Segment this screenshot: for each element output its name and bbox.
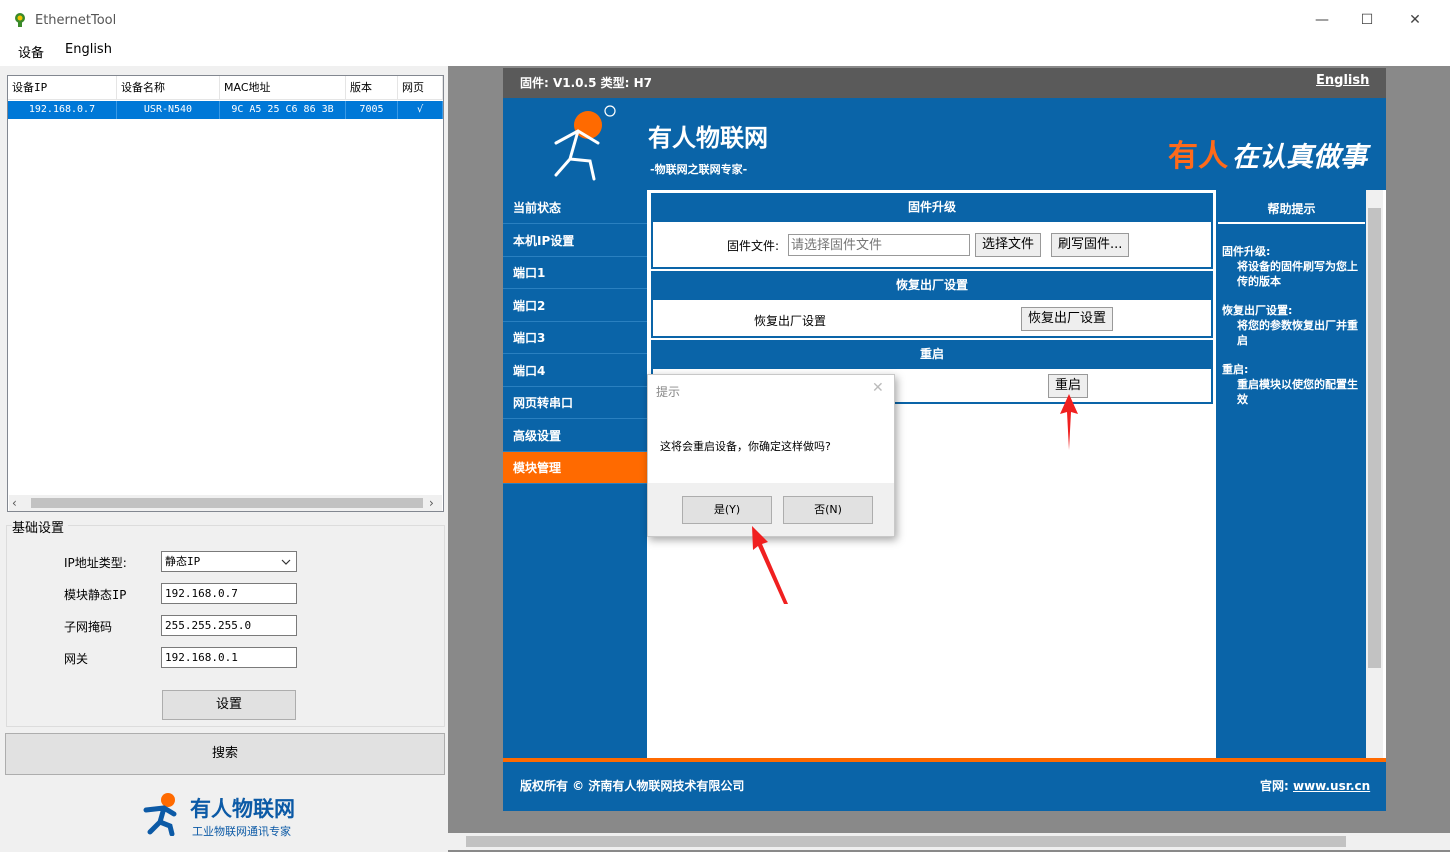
brand-runner-icon (143, 793, 177, 836)
menu-english[interactable]: English (65, 42, 112, 57)
annotation-arrow-icon (1060, 394, 1078, 450)
static-ip-input[interactable]: 192.168.0.7 (161, 583, 297, 604)
help-item-head: 固件升级: (1222, 245, 1271, 258)
help-item-head: 重启: (1222, 363, 1249, 376)
scroll-right-icon[interactable]: › (429, 495, 434, 511)
close-button[interactable]: ✕ (1395, 8, 1435, 32)
column-header-version[interactable]: 版本 (346, 76, 398, 100)
factory-reset-button[interactable]: 恢复出厂设置 (1021, 307, 1114, 331)
static-ip-label: 模块静态IP (64, 588, 127, 602)
column-header-web[interactable]: 网页 (398, 76, 443, 100)
help-item-factory-reset: 恢复出厂设置: 将您的参数恢复出厂并重启 (1222, 303, 1362, 348)
menu-device[interactable]: 设备 (18, 42, 44, 61)
firmware-file-input[interactable] (788, 234, 970, 256)
firmware-file-label: 固件文件: (727, 239, 780, 253)
help-item-reboot: 重启: 重启模块以使您的配置生效 (1222, 362, 1362, 407)
slogan-orange: 有人 (1168, 139, 1228, 174)
column-header-ip[interactable]: 设备IP (8, 76, 117, 100)
chevron-down-icon (281, 559, 291, 565)
dialog-close-icon[interactable]: ✕ (872, 380, 884, 396)
table-row-mac[interactable]: 9C A5 25 C6 86 3B (220, 101, 346, 119)
factory-reset-label: 恢复出厂设置 (754, 314, 827, 328)
search-button[interactable]: 搜索 (5, 733, 445, 775)
nav-item-advanced[interactable]: 高级设置 (503, 420, 647, 452)
scroll-thumb[interactable] (31, 498, 423, 508)
table-row-name[interactable]: USR-N540 (117, 101, 220, 119)
help-item-body: 将您的参数恢复出厂并重启 (1237, 319, 1358, 347)
nav-item-port3[interactable]: 端口3 (503, 322, 647, 354)
nav-item-port4[interactable]: 端口4 (503, 355, 647, 387)
menu-bar (0, 40, 1450, 64)
subnet-label: 子网掩码 (64, 620, 113, 634)
device-table[interactable]: 设备IP 设备名称 MAC地址 版本 网页 192.168.0.7 USR-N5… (7, 75, 444, 512)
title-bar (0, 0, 1450, 40)
table-row-web[interactable]: √ (398, 101, 443, 119)
official-site-label: 官网: (1260, 779, 1289, 793)
help-item-body: 将设备的固件刷写为您上传的版本 (1237, 260, 1358, 288)
column-header-name[interactable]: 设备名称 (117, 76, 220, 100)
maximize-button[interactable]: ☐ (1347, 8, 1387, 32)
nav-item-web-to-serial[interactable]: 网页转串口 (503, 387, 647, 419)
firmware-upgrade-header: 固件升级 (651, 193, 1213, 222)
choose-file-button[interactable]: 选择文件 (975, 233, 1042, 257)
dialog-title: 提示 (656, 385, 681, 399)
gateway-input[interactable]: 192.168.0.1 (161, 647, 297, 668)
window-title: EthernetTool (35, 13, 117, 28)
reboot-header: 重启 (651, 340, 1213, 369)
ip-type-label: IP地址类型: (64, 556, 127, 570)
factory-reset-body (651, 300, 1213, 338)
help-title: 帮助提示 (1218, 195, 1365, 224)
copyright-text: 版权所有 © 济南有人物联网技术有限公司 (520, 779, 745, 793)
set-button[interactable]: 设置 (162, 690, 296, 720)
column-header-mac[interactable]: MAC地址 (220, 76, 346, 100)
nav-item-status[interactable]: 当前状态 (503, 192, 647, 224)
minimize-button[interactable]: — (1302, 8, 1342, 32)
help-item-head: 恢复出厂设置: (1222, 304, 1293, 317)
annotation-arrow-icon (752, 526, 788, 604)
bottom-scroll-thumb[interactable] (466, 836, 1346, 847)
bottom-brand-sub: 工业物联网通讯专家 (192, 825, 291, 838)
official-site: 官网: www.usr.cn (1260, 777, 1370, 794)
dialog-message: 这将会重启设备，你确定这样做吗? (660, 440, 831, 453)
official-site-link[interactable]: www.usr.cn (1293, 779, 1370, 793)
bottom-brand-name: 有人物联网 (190, 797, 295, 821)
ip-type-select[interactable]: 静态IP (161, 551, 297, 572)
nav-item-port1[interactable]: 端口1 (503, 257, 647, 289)
subnet-input[interactable]: 255.255.255.0 (161, 615, 297, 636)
dialog-yes-button[interactable]: 是(Y) (682, 496, 772, 524)
dialog-no-button[interactable]: 否(N) (783, 496, 873, 524)
flash-firmware-button[interactable]: 刷写固件... (1051, 233, 1130, 257)
nav-item-port2[interactable]: 端口2 (503, 290, 647, 322)
nav-item-module-management[interactable]: 模块管理 (503, 452, 647, 484)
gateway-label: 网关 (64, 652, 89, 666)
basic-settings-title: 基础设置 (12, 517, 69, 536)
firmware-version-label: 固件: V1.0.5 类型: H7 (520, 76, 652, 90)
nav-item-ip-settings[interactable]: 本机IP设置 (503, 225, 647, 257)
web-brand-tagline: -物联网之联网专家- (650, 163, 748, 176)
ip-type-value: 静态IP (165, 555, 201, 568)
web-brand-name: 有人物联网 (648, 124, 768, 152)
web-vertical-scroll-thumb[interactable] (1368, 208, 1381, 668)
horizontal-scrollbar[interactable]: ‹ › (9, 495, 442, 511)
table-row-version[interactable]: 7005 (346, 101, 398, 119)
slogan-white: 在认真做事 (1232, 142, 1367, 173)
help-item-firmware: 固件升级: 将设备的固件刷写为您上传的版本 (1222, 244, 1362, 289)
english-link[interactable]: English (1316, 73, 1369, 88)
scroll-left-icon[interactable]: ‹ (12, 495, 17, 511)
table-row-ip[interactable]: 192.168.0.7 (8, 101, 117, 119)
factory-reset-header: 恢复出厂设置 (651, 271, 1213, 300)
app-logo-icon (15, 13, 25, 27)
web-brand-logo-icon (554, 105, 616, 181)
help-item-body: 重启模块以使您的配置生效 (1237, 378, 1358, 406)
